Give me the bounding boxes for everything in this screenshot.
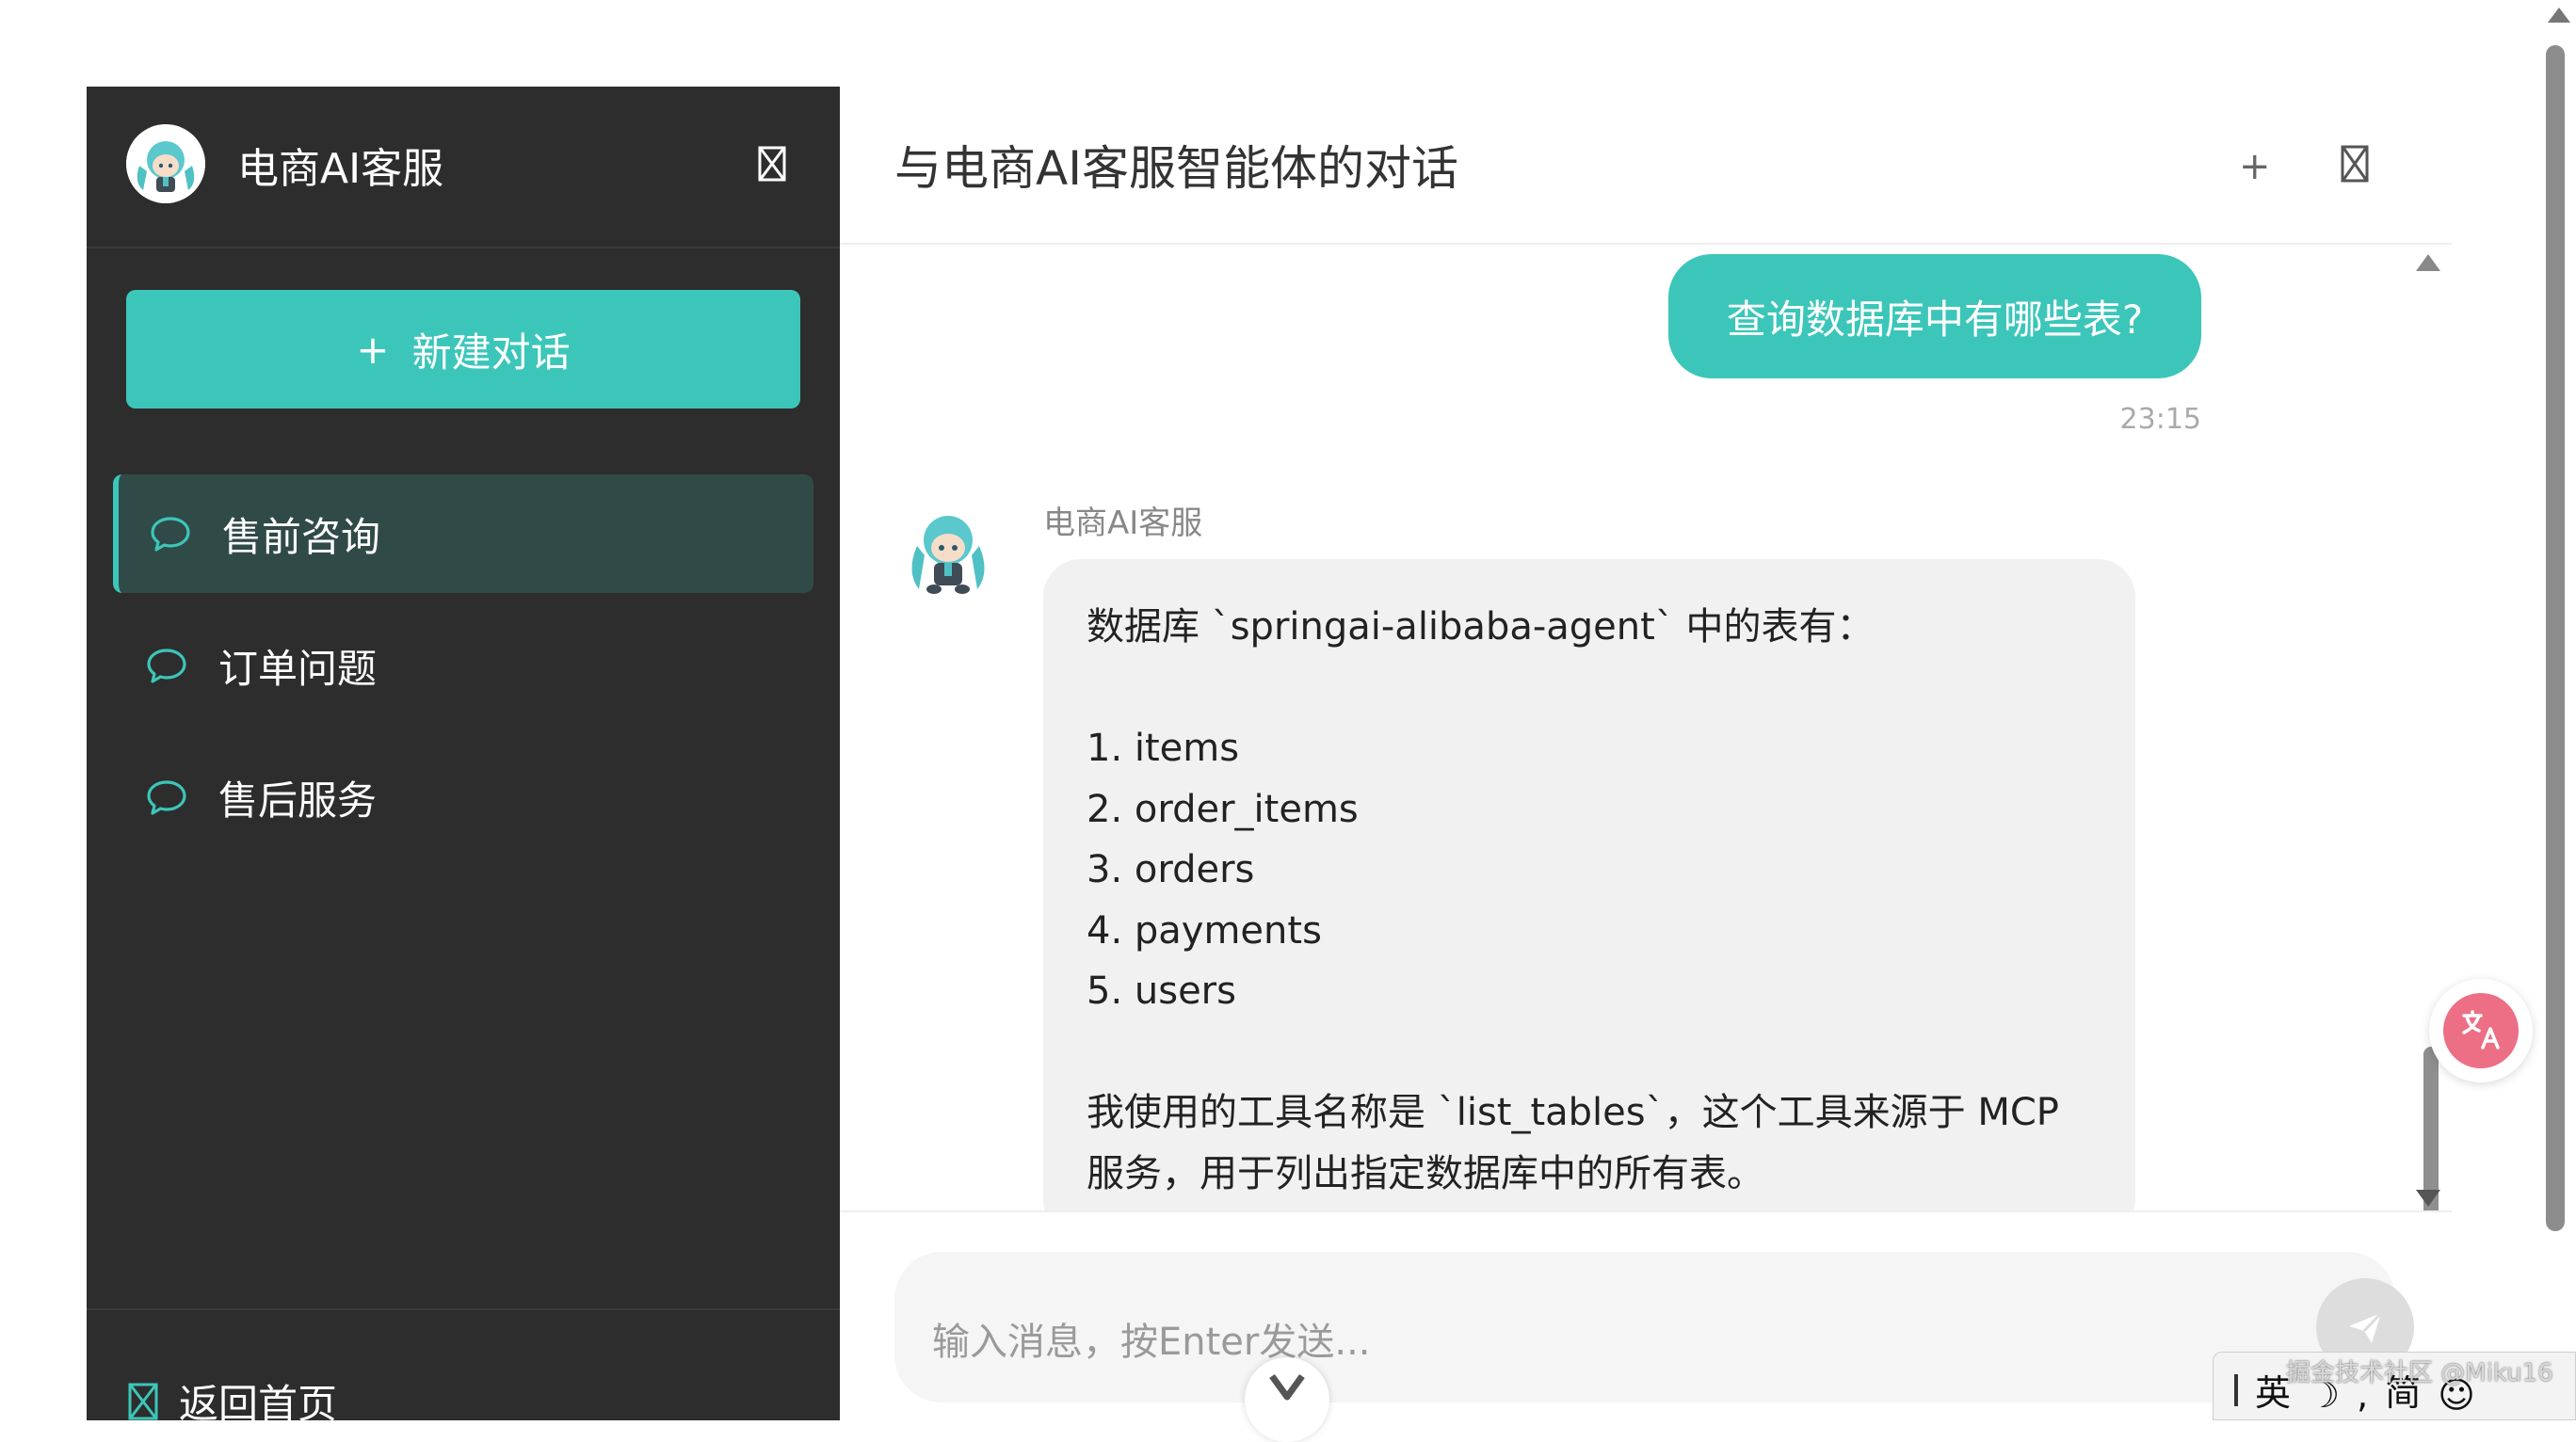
bot-avatar [896, 499, 1000, 602]
home-box-icon [128, 1383, 158, 1419]
ime-separator [2234, 1374, 2238, 1406]
sidebar-item-label: 售后服务 [218, 777, 378, 824]
sidebar-footer-divider [87, 1308, 840, 1310]
user-message: 查询数据库中有哪些表? [1668, 254, 2201, 378]
avatar [126, 124, 205, 203]
sidebar-header: 电商AI客服 [87, 87, 840, 248]
back-home-link[interactable]: 返回首页 [128, 1372, 337, 1430]
sidebar-title: 电商AI客服 [237, 145, 444, 193]
bot-message-text: 数据库 `springai-alibaba-agent` 中的表有： 1. it… [1087, 605, 2059, 1195]
plus-icon: + [356, 326, 390, 373]
sidebar-item-aftersale[interactable]: 售后服务 [113, 738, 813, 857]
page-title: 与电商AI客服智能体的对话 [894, 141, 1458, 196]
chat-bubble-icon [151, 517, 190, 552]
scroll-down-arrow[interactable] [2416, 1190, 2440, 1207]
close-chat-button[interactable] [2341, 145, 2382, 186]
close-sidebar-button[interactable] [751, 143, 793, 184]
message-composer [894, 1252, 2414, 1402]
window-scrollbar-thumb[interactable] [2546, 45, 2565, 1231]
new-chat-button[interactable]: + 新建对话 [126, 290, 800, 409]
chevron-down-icon [1269, 1373, 1305, 1401]
mascot-icon [911, 516, 985, 594]
chat-main: 与电商AI客服智能体的对话 + 查询数据库中有哪些表? 23:15 电商AI客服… [840, 87, 2452, 1420]
mascot-icon [126, 124, 205, 203]
new-chat-label: 新建对话 [411, 328, 571, 376]
bot-message: 数据库 `springai-alibaba-agent` 中的表有： 1. it… [1043, 559, 2135, 1212]
sidebar-item-presale[interactable]: 售前咨询 [113, 474, 813, 593]
back-home-label: 返回首页 [179, 1381, 338, 1427]
sidebar-item-label: 订单问题 [218, 645, 378, 692]
input-divider [840, 1210, 2452, 1212]
close-box-icon [758, 146, 786, 182]
close-box-icon [2341, 145, 2369, 183]
new-conversation-button[interactable]: + [2239, 145, 2271, 188]
sidebar-item-label: 售前咨询 [222, 513, 381, 560]
translate-icon [2443, 993, 2519, 1068]
chat-bubble-icon [147, 649, 186, 683]
bot-name: 电商AI客服 [1043, 505, 1203, 542]
sidebar-item-order[interactable]: 订单问题 [113, 606, 813, 725]
scroll-to-bottom-button[interactable] [1245, 1357, 1329, 1442]
send-icon [2349, 1311, 2383, 1343]
message-input[interactable] [932, 1314, 2156, 1370]
watermark: 掘金技术社区 @Miku16 [2286, 1359, 2553, 1387]
chat-header: 与电商AI客服智能体的对话 + [840, 87, 2452, 245]
chat-bubble-icon [147, 780, 186, 815]
message-scrollbar-thumb[interactable] [2423, 1047, 2439, 1212]
scroll-up-arrow[interactable] [2416, 254, 2440, 271]
translate-button[interactable] [2429, 979, 2533, 1082]
window-scroll-up-arrow[interactable] [2548, 8, 2570, 23]
message-list[interactable]: 查询数据库中有哪些表? 23:15 电商AI客服 数据库 `springai-a… [840, 247, 2452, 1212]
message-timestamp: 23:15 [2119, 403, 2201, 436]
sidebar: 电商AI客服 + 新建对话 售前咨询 订单问题 售后服务 返回首页 [87, 87, 840, 1427]
